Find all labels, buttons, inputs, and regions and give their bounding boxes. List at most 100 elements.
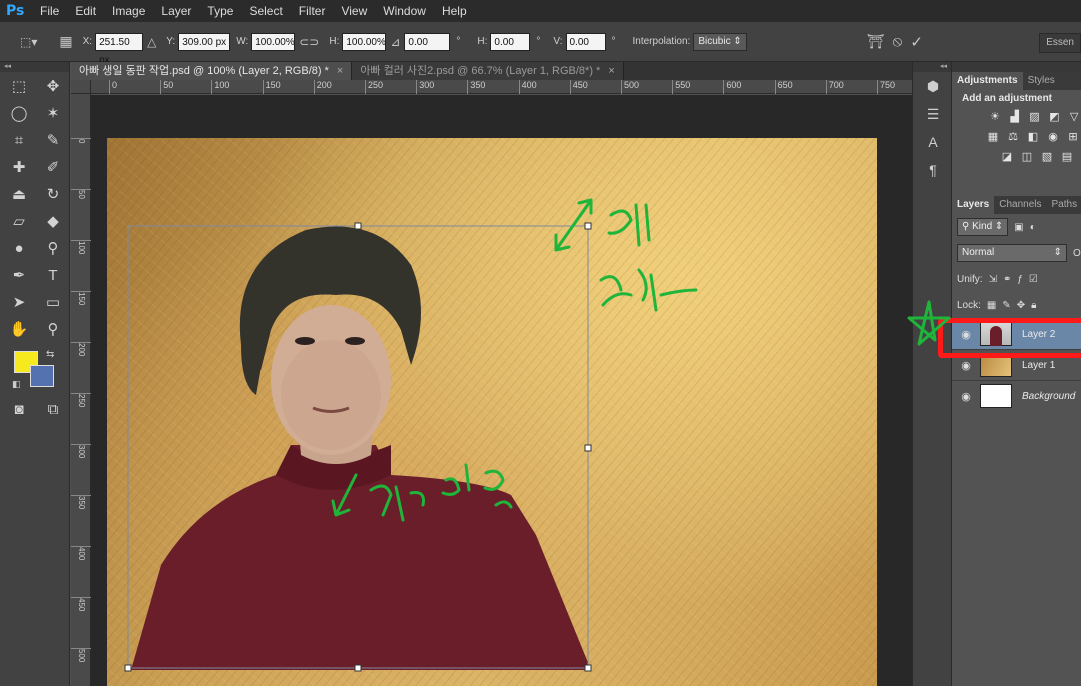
- clone-stamp-icon[interactable]: ⏏: [2, 182, 36, 206]
- threshold-icon[interactable]: ▧: [1040, 150, 1054, 164]
- tab-document-1[interactable]: 아빠 생일 동판 작업.psd @ 100% (Layer 2, RGB/8) …: [71, 62, 353, 80]
- lock-transparent-icon[interactable]: ▦: [987, 300, 996, 311]
- pen-tool-icon[interactable]: ✒: [2, 263, 36, 287]
- menu-window[interactable]: Window: [375, 0, 434, 22]
- shape-tool-icon[interactable]: ▭: [36, 290, 70, 314]
- posterize-icon[interactable]: ◫: [1020, 150, 1034, 164]
- link-icon[interactable]: ⊂⊃: [299, 35, 319, 49]
- dodge-tool-icon[interactable]: ⚲: [36, 236, 70, 260]
- commit-transform-icon[interactable]: ✓: [910, 33, 923, 51]
- marquee-tool-icon[interactable]: ⬚: [2, 74, 36, 98]
- close-icon[interactable]: ×: [608, 65, 614, 77]
- tab-channels[interactable]: Channels: [994, 196, 1046, 214]
- vertical-ruler[interactable]: 0 50 100 150 200 250 300 350 400 450 500: [71, 94, 91, 686]
- menu-select[interactable]: Select: [241, 0, 290, 22]
- delta-icon[interactable]: △: [147, 35, 156, 49]
- angle-field[interactable]: 0.00: [404, 32, 451, 51]
- unify-visibility-icon[interactable]: ⚭: [1003, 274, 1011, 285]
- lock-image-icon[interactable]: ✎: [1002, 300, 1010, 311]
- invert-icon[interactable]: ◪: [1000, 150, 1014, 164]
- lock-position-icon[interactable]: ✥: [1017, 300, 1025, 311]
- collapse-dock-icon[interactable]: ◂◂: [913, 62, 951, 72]
- color-balance-icon[interactable]: ⚖: [1006, 130, 1020, 144]
- visibility-eye-icon[interactable]: ◉: [952, 390, 980, 403]
- crop-tool-icon[interactable]: ⌗: [2, 128, 36, 152]
- default-colors-icon[interactable]: ◧: [12, 379, 21, 390]
- collapse-toolbar-icon[interactable]: ◂◂: [0, 62, 69, 72]
- eyedropper-icon[interactable]: ✎: [36, 128, 70, 152]
- kind-filter-select[interactable]: ⚲ Kind ⇕: [957, 218, 1009, 236]
- workspace-button[interactable]: Essen: [1039, 33, 1081, 53]
- canvas-area[interactable]: [91, 95, 912, 686]
- image-filter-icon[interactable]: ▣: [1014, 222, 1023, 233]
- character-panel-icon[interactable]: A: [913, 128, 953, 156]
- tab-styles[interactable]: Styles: [1023, 72, 1060, 90]
- layer-row-background[interactable]: ◉ Background: [952, 380, 1081, 411]
- curves-icon[interactable]: ▨: [1028, 110, 1042, 124]
- menu-file[interactable]: File: [32, 0, 67, 22]
- y-field[interactable]: 309.00 px: [178, 32, 231, 51]
- hskew-field[interactable]: 0.00: [490, 32, 531, 51]
- properties-panel-icon[interactable]: ☰: [913, 100, 953, 128]
- type-tool-icon[interactable]: T: [36, 263, 70, 287]
- visibility-eye-icon[interactable]: ◉: [952, 359, 980, 372]
- blend-mode-value: Normal: [962, 247, 995, 258]
- menu-view[interactable]: View: [333, 0, 375, 22]
- tab-adjustments[interactable]: Adjustments: [952, 72, 1023, 90]
- paragraph-panel-icon[interactable]: ¶: [913, 156, 953, 184]
- menu-filter[interactable]: Filter: [291, 0, 334, 22]
- brush-tool-icon[interactable]: ✐: [36, 155, 70, 179]
- close-icon[interactable]: ×: [337, 65, 343, 77]
- menu-image[interactable]: Image: [104, 0, 153, 22]
- menu-help[interactable]: Help: [434, 0, 475, 22]
- move-tool-icon[interactable]: ✥: [36, 74, 70, 98]
- tab-document-2[interactable]: 아빠 컬러 사진2.psd @ 66.7% (Layer 1, RGB/8*) …: [352, 62, 624, 80]
- channel-mixer-icon[interactable]: ⊞: [1066, 130, 1080, 144]
- vibrance-icon[interactable]: ▽: [1067, 110, 1081, 124]
- magic-wand-icon[interactable]: ✶: [36, 101, 70, 125]
- paint-bucket-icon[interactable]: ◆: [36, 209, 70, 233]
- height-field[interactable]: 100.00%: [342, 32, 387, 51]
- menu-type[interactable]: Type: [199, 0, 241, 22]
- red-highlight-annotation: [938, 318, 1081, 358]
- healing-brush-icon[interactable]: ✚: [2, 155, 36, 179]
- unify-position-icon[interactable]: ⇲: [989, 274, 997, 285]
- zoom-tool-icon[interactable]: ⚲: [36, 317, 70, 341]
- screen-mode-icon[interactable]: ⧉: [36, 397, 70, 421]
- black-white-icon[interactable]: ◧: [1026, 130, 1040, 144]
- history-brush-icon[interactable]: ↻: [36, 182, 70, 206]
- propagate-checkbox[interactable]: ☑: [1029, 274, 1038, 285]
- vskew-field[interactable]: 0.00: [565, 32, 606, 51]
- tab-layers[interactable]: Layers: [952, 196, 995, 214]
- gradient-map-icon[interactable]: ▤: [1060, 150, 1074, 164]
- adjustment-filter-icon[interactable]: ◐: [1030, 222, 1036, 233]
- hue-saturation-icon[interactable]: ▦: [986, 130, 1000, 144]
- eraser-icon[interactable]: ▱: [2, 209, 36, 233]
- menu-layer[interactable]: Layer: [153, 0, 199, 22]
- exposure-icon[interactable]: ◩: [1047, 110, 1061, 124]
- horizontal-ruler[interactable]: 0 50 100 150 200 250 300 350 400 450 500 550 600 650 7…: [91, 80, 912, 94]
- interpolation-select[interactable]: Bicubic ⇕: [693, 32, 747, 51]
- width-field[interactable]: 100.00%: [251, 32, 296, 51]
- x-field[interactable]: 251.50 px: [95, 32, 144, 66]
- hand-tool-icon[interactable]: ✋: [2, 317, 36, 341]
- cancel-transform-icon[interactable]: ⦸: [893, 33, 903, 50]
- transform-tool-icon[interactable]: ⬚▾: [20, 35, 37, 49]
- brightness-icon[interactable]: ☀: [988, 110, 1002, 124]
- lasso-tool-icon[interactable]: ◯: [2, 101, 36, 125]
- unify-style-icon[interactable]: ƒ: [1017, 274, 1023, 285]
- background-color[interactable]: [30, 365, 54, 387]
- menu-edit[interactable]: Edit: [67, 0, 104, 22]
- swap-colors-icon[interactable]: ⇆: [46, 349, 54, 360]
- blur-tool-icon[interactable]: ●: [2, 236, 36, 260]
- reference-point-icon[interactable]: ▦: [59, 33, 72, 50]
- lock-all-icon[interactable]: 🔒︎: [1031, 300, 1036, 311]
- path-selection-icon[interactable]: ➤: [2, 290, 36, 314]
- tab-paths[interactable]: Paths: [1047, 196, 1081, 214]
- warp-icon[interactable]: ⛩: [867, 33, 885, 50]
- photo-filter-icon[interactable]: ◉: [1046, 130, 1060, 144]
- levels-icon[interactable]: ▟: [1008, 110, 1022, 124]
- 3d-panel-icon[interactable]: ⬢: [913, 72, 953, 100]
- blend-mode-select[interactable]: Normal ⇕: [957, 244, 1067, 262]
- quick-mask-icon[interactable]: ◙: [2, 397, 36, 421]
